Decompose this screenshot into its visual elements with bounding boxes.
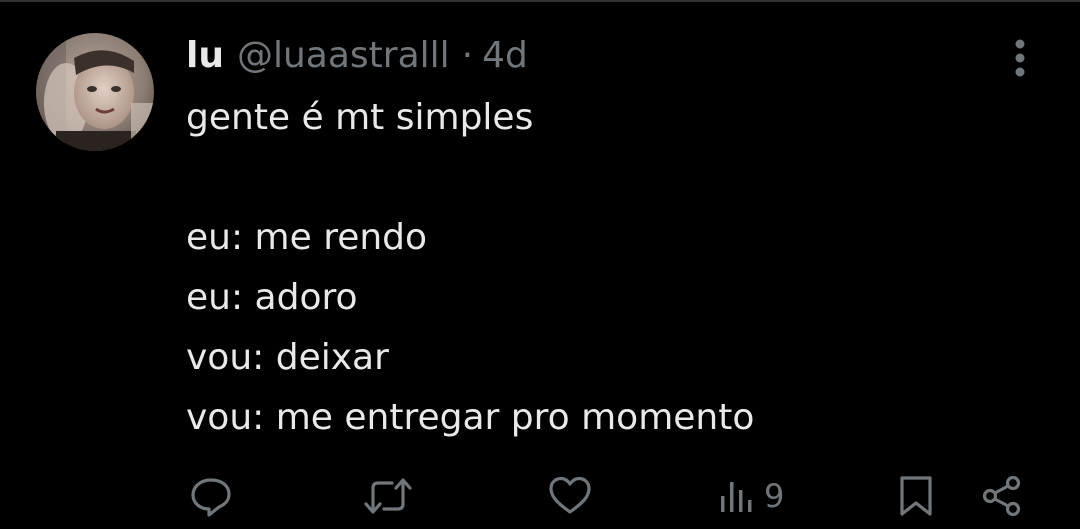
retweet-button[interactable] — [362, 472, 414, 520]
user-handle[interactable]: @luaastralll — [237, 35, 450, 76]
more-options-button[interactable] — [1000, 36, 1040, 80]
reply-icon — [191, 478, 231, 517]
views-count: 9 — [764, 477, 785, 515]
top-divider — [0, 0, 1080, 2]
tweet-header: lu @luaastralll · 4d — [186, 30, 528, 80]
bookmark-button[interactable] — [896, 472, 936, 520]
share-icon — [982, 475, 1021, 517]
avatar[interactable] — [36, 33, 154, 151]
tweet-text: gente é mt simples eu: me rendo eu: ador… — [186, 88, 1046, 448]
tweet-timestamp[interactable]: 4d — [482, 35, 528, 76]
tweet-line: eu: me rendo — [186, 217, 428, 258]
avatar-image — [36, 33, 154, 151]
reply-button[interactable] — [188, 472, 234, 520]
tweet-line: gente é mt simples — [186, 97, 534, 138]
separator-dot: · — [461, 34, 474, 76]
tweet-line: vou: me entregar pro momento — [186, 397, 755, 438]
retweet-icon — [364, 478, 412, 514]
share-button[interactable] — [980, 472, 1024, 520]
display-name[interactable]: lu — [186, 35, 224, 76]
views-button[interactable]: 9 — [718, 472, 784, 520]
views-icon — [721, 482, 752, 512]
tweet-line: vou: deixar — [186, 337, 389, 378]
more-dots-icon — [1015, 39, 1025, 77]
tweet-line: eu: adoro — [186, 277, 358, 318]
like-button[interactable] — [548, 472, 592, 520]
bookmark-icon — [900, 476, 932, 516]
heart-icon — [549, 476, 591, 514]
